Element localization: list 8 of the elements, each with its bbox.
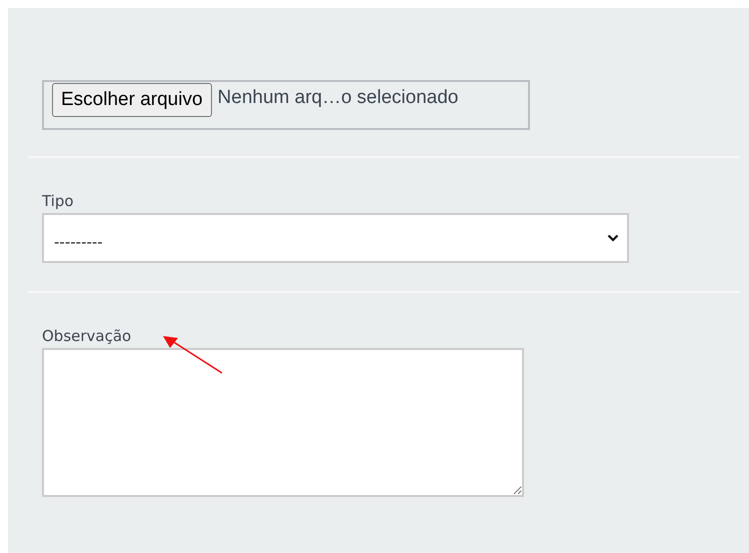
chevron-down-icon xyxy=(607,234,619,242)
observation-textarea[interactable] xyxy=(42,348,524,497)
field-label: Observação xyxy=(42,327,132,345)
file-status-text: Nenhum arq…o selecionado xyxy=(218,86,458,110)
field-label: Tipo xyxy=(42,192,75,210)
choose-file-button[interactable]: Escolher arquivo xyxy=(52,83,212,117)
annotation-arrow xyxy=(162,335,224,375)
type-select[interactable]: --------- xyxy=(42,213,629,263)
